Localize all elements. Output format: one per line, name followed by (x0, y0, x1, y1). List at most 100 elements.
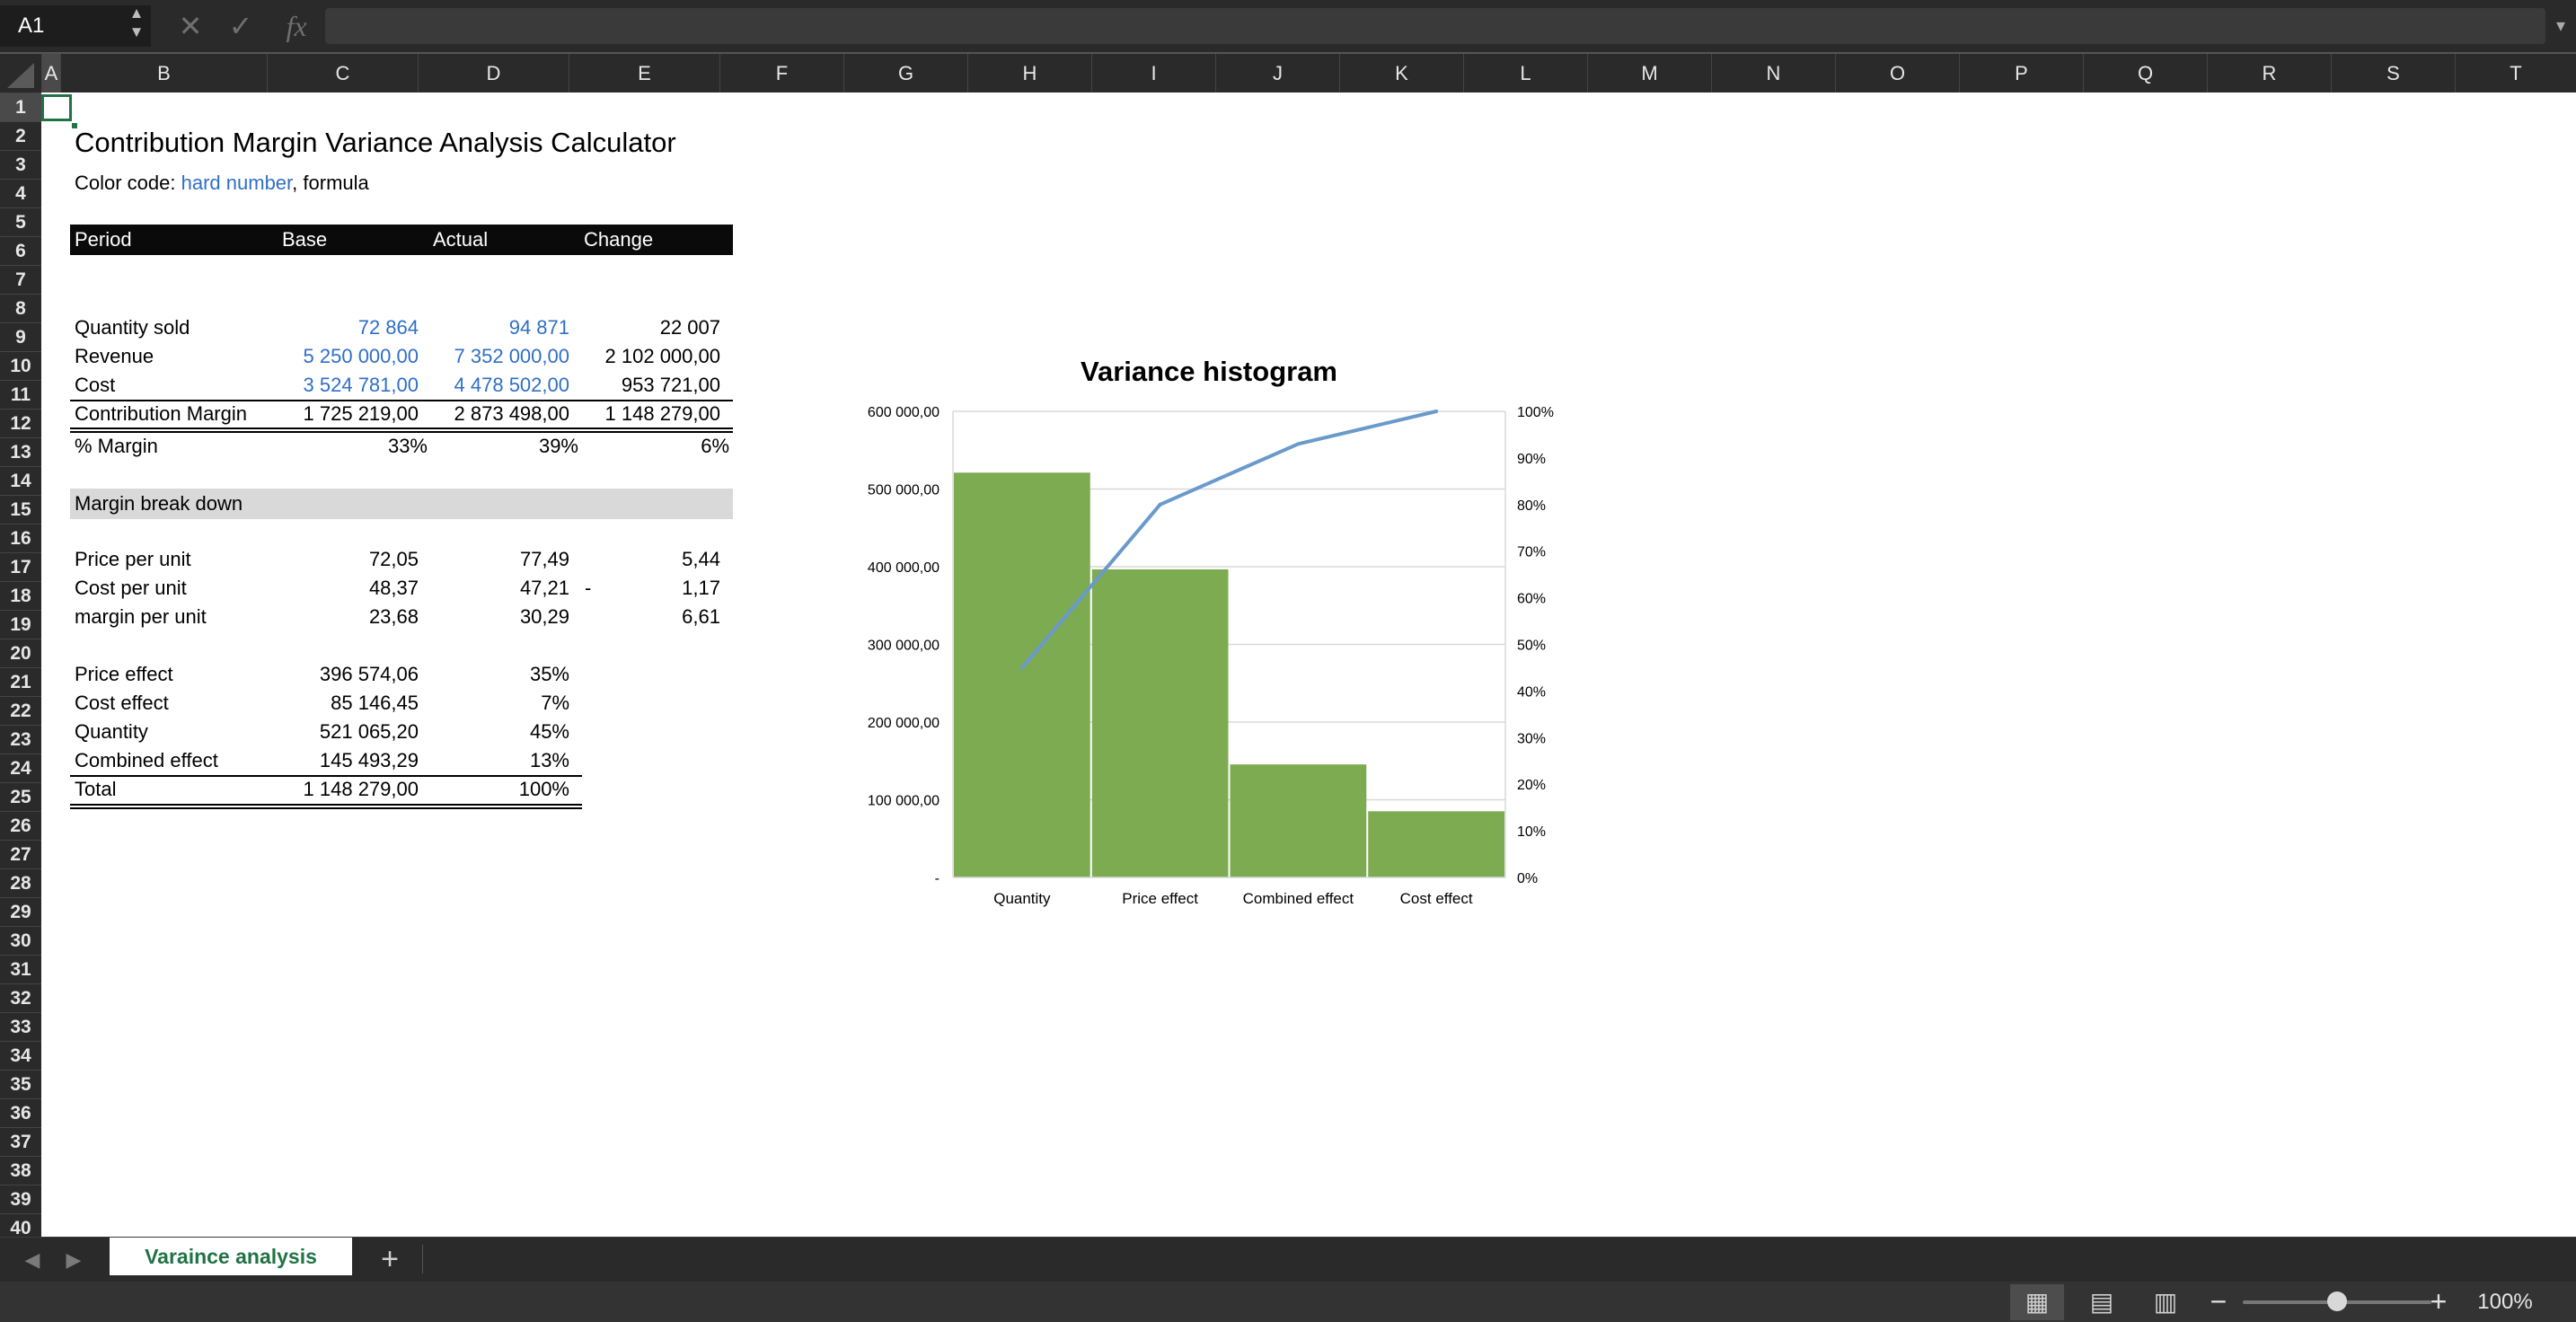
row-header[interactable]: 22 (0, 696, 41, 725)
column-header[interactable]: D (418, 54, 569, 93)
row-header[interactable]: 27 (0, 840, 41, 868)
column-header[interactable]: E (569, 54, 719, 93)
effect-percent[interactable]: 13% (390, 746, 569, 775)
effect-label[interactable]: Quantity (75, 718, 148, 746)
row-label[interactable]: Revenue (75, 342, 154, 371)
row-header[interactable]: 29 (0, 897, 41, 926)
change-value[interactable]: 2 102 000,00 (541, 342, 720, 371)
name-box-stepper-icon[interactable]: ▲ ▼ (126, 4, 147, 47)
column-header[interactable]: N (1711, 54, 1835, 93)
change-value[interactable]: 953 721,00 (541, 371, 720, 400)
row-header[interactable]: 31 (0, 955, 41, 983)
row-header[interactable]: 26 (0, 811, 41, 840)
effect-percent[interactable]: 35% (390, 660, 569, 689)
column-header[interactable]: I (1091, 54, 1215, 93)
change-value[interactable]: 5,44 (541, 545, 720, 574)
row-label[interactable]: margin per unit (75, 603, 207, 631)
row-header[interactable]: 21 (0, 667, 41, 696)
column-header[interactable]: B (60, 54, 267, 93)
row-header[interactable]: 9 (0, 322, 41, 351)
column-header[interactable]: Q (2083, 54, 2207, 93)
row-label[interactable]: Price per unit (75, 545, 191, 574)
column-header[interactable]: P (1959, 54, 2083, 93)
row-label[interactable]: Cost (75, 371, 115, 400)
row-header[interactable]: 15 (0, 495, 41, 524)
row-header[interactable]: 7 (0, 265, 41, 294)
sheet-grid[interactable]: Contribution Margin Variance Analysis Ca… (41, 93, 2576, 1237)
row-header[interactable]: 32 (0, 983, 41, 1012)
row-header[interactable]: 36 (0, 1098, 41, 1127)
row-header[interactable]: 23 (0, 725, 41, 754)
normal-view-icon[interactable]: ▦ (2010, 1284, 2064, 1320)
variance-histogram-chart[interactable]: Variance histogram - 100 000,00 200 000,00 3… (850, 348, 1568, 923)
row-header[interactable]: 35 (0, 1070, 41, 1098)
row-header[interactable]: 19 (0, 610, 41, 639)
effect-label[interactable]: Price effect (75, 660, 173, 689)
sheet-tab-active[interactable]: Varaince analysis (110, 1238, 352, 1275)
page-break-view-icon[interactable]: ▥ (2139, 1284, 2192, 1320)
effect-label[interactable]: Total (75, 775, 116, 804)
row-header[interactable]: 6 (0, 236, 41, 265)
row-header[interactable]: 18 (0, 581, 41, 610)
formula-input[interactable] (325, 8, 2545, 44)
column-header[interactable]: T (2455, 54, 2576, 93)
row-header[interactable]: 5 (0, 207, 41, 236)
row-header[interactable]: 17 (0, 552, 41, 581)
selected-cell[interactable] (41, 94, 78, 129)
row-header[interactable]: 16 (0, 524, 41, 552)
row-label[interactable]: Quantity sold (75, 313, 190, 342)
change-value[interactable]: 6,61 (541, 603, 720, 631)
column-header[interactable]: J (1215, 54, 1339, 93)
effect-label[interactable]: Combined effect (75, 746, 218, 775)
change-value[interactable]: 1,17 (541, 574, 720, 603)
effect-percent[interactable]: 100% (390, 775, 569, 804)
row-header[interactable]: 10 (0, 351, 41, 380)
row-header[interactable]: 37 (0, 1127, 41, 1156)
row-header[interactable]: 3 (0, 150, 41, 179)
row-header[interactable]: 34 (0, 1041, 41, 1070)
row-header[interactable]: 11 (0, 380, 41, 409)
zoom-level[interactable]: 100% (2465, 1282, 2545, 1322)
row-header[interactable]: 33 (0, 1012, 41, 1041)
row-header[interactable]: 38 (0, 1156, 41, 1185)
effect-percent[interactable]: 45% (390, 718, 569, 746)
row-header[interactable]: 2 (0, 121, 41, 150)
row-header[interactable]: 30 (0, 926, 41, 955)
change-value[interactable]: 22 007 (541, 313, 720, 342)
column-header[interactable]: C (267, 54, 418, 93)
zoom-out-button[interactable]: − (2205, 1282, 2232, 1322)
next-sheet-icon[interactable]: ▶ (57, 1238, 90, 1282)
change-value[interactable]: 1 148 279,00 (541, 400, 720, 428)
effect-percent[interactable]: 7% (390, 689, 569, 718)
column-header[interactable]: K (1339, 54, 1463, 93)
effect-label[interactable]: Cost effect (75, 689, 169, 718)
row-label[interactable]: Cost per unit (75, 574, 187, 603)
select-all-corner[interactable] (0, 54, 41, 93)
cancel-icon[interactable]: ✕ (176, 7, 205, 45)
column-header[interactable]: H (967, 54, 1091, 93)
row-header[interactable]: 8 (0, 294, 41, 322)
row-header[interactable]: 4 (0, 179, 41, 207)
row-label[interactable]: Contribution Margin (75, 400, 247, 428)
row-header[interactable]: 24 (0, 754, 41, 782)
column-header[interactable]: L (1463, 54, 1587, 93)
function-icon[interactable]: fx (278, 7, 314, 45)
row-header[interactable]: 25 (0, 782, 41, 811)
row-header[interactable]: 1 (0, 93, 41, 121)
confirm-icon[interactable]: ✓ (226, 7, 255, 45)
column-header[interactable]: S (2331, 54, 2455, 93)
change-value[interactable]: 6% (550, 432, 729, 461)
column-header[interactable]: G (843, 54, 967, 93)
column-header[interactable]: M (1587, 54, 1711, 93)
row-header[interactable]: 39 (0, 1185, 41, 1213)
row-header[interactable]: 28 (0, 868, 41, 897)
row-header[interactable]: 14 (0, 466, 41, 495)
column-header[interactable]: A (41, 54, 60, 93)
add-sheet-button[interactable]: + (372, 1238, 408, 1282)
column-header[interactable]: R (2207, 54, 2331, 93)
column-header[interactable]: F (719, 54, 843, 93)
row-header[interactable]: 20 (0, 639, 41, 667)
zoom-in-button[interactable]: + (2425, 1282, 2452, 1322)
page-layout-view-icon[interactable]: ▤ (2075, 1284, 2129, 1320)
column-header[interactable]: O (1835, 54, 1959, 93)
